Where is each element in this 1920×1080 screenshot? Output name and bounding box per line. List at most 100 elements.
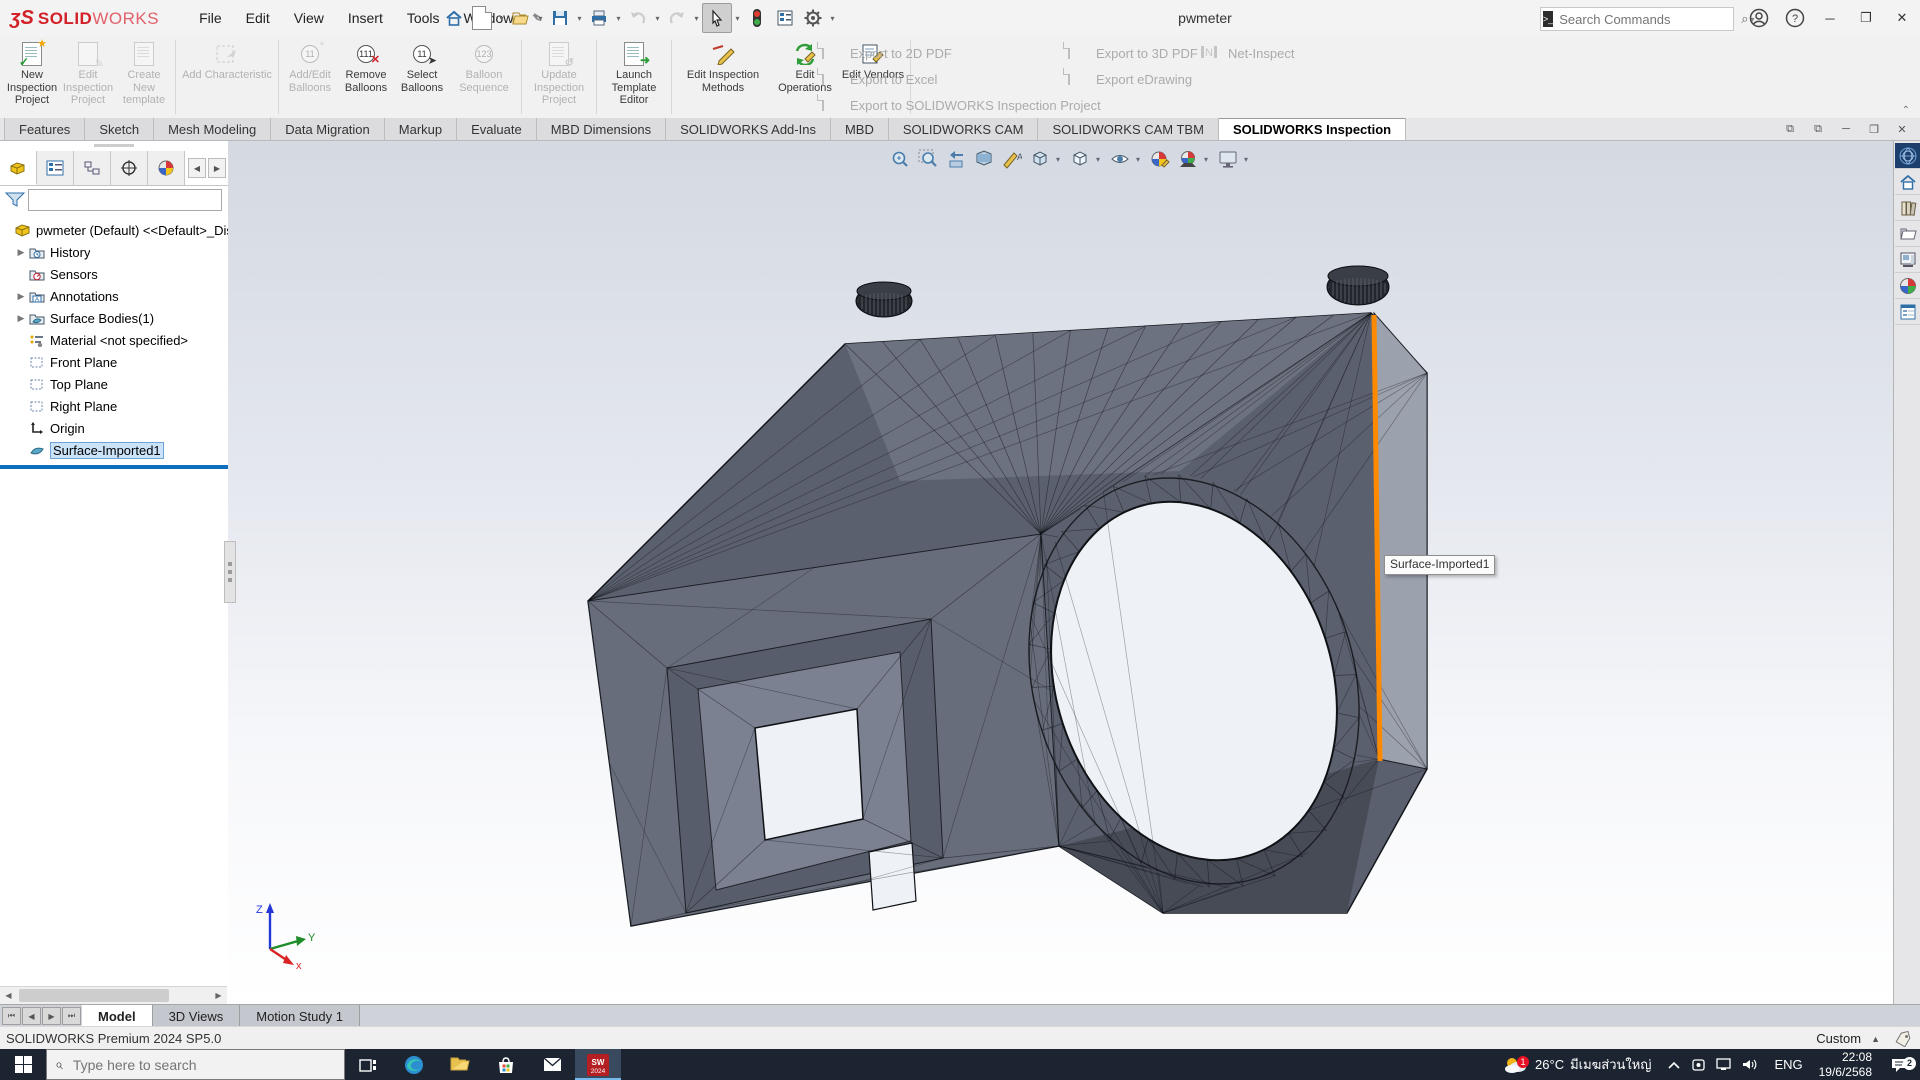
clock[interactable]: 22:08 19/6/2568 bbox=[1811, 1050, 1880, 1079]
performance-icon[interactable] bbox=[743, 4, 771, 32]
file-explorer-icon[interactable] bbox=[1895, 221, 1920, 247]
home-icon[interactable] bbox=[1895, 169, 1920, 195]
open-icon[interactable] bbox=[507, 4, 535, 32]
export-excel-button[interactable]: Export to Excel bbox=[822, 66, 1101, 92]
store-icon[interactable] bbox=[483, 1049, 529, 1080]
menu-file[interactable]: File bbox=[187, 1, 234, 35]
minimize-button[interactable]: ─ bbox=[1812, 0, 1848, 36]
launch-template-editor-button[interactable]: ➜ Launch Template Editor bbox=[600, 38, 668, 107]
print-icon[interactable] bbox=[585, 4, 613, 32]
export-2d-pdf-button[interactable]: Export to 2D PDF bbox=[822, 40, 1101, 66]
security-icon[interactable] bbox=[1691, 1058, 1706, 1072]
tab-features[interactable]: Features bbox=[4, 118, 85, 140]
task-view-icon[interactable] bbox=[345, 1049, 391, 1080]
expand-arrow-icon[interactable]: ▶ bbox=[14, 291, 28, 302]
taskbar-search[interactable]: ⌕ bbox=[46, 1049, 345, 1080]
tab-solidworks-addins[interactable]: SOLIDWORKS Add-Ins bbox=[666, 118, 831, 140]
tab-mbd-dimensions[interactable]: MBD Dimensions bbox=[537, 118, 666, 140]
design-library-icon[interactable] bbox=[1895, 195, 1920, 221]
weather-widget[interactable]: 1 26°C มีเมฆส่วนใหญ่ bbox=[1495, 1054, 1659, 1075]
restore-button[interactable]: ❐ bbox=[1848, 0, 1884, 36]
knob-right[interactable] bbox=[1327, 266, 1389, 305]
edit-inspection-project-button[interactable]: ✎ Edit Inspection Project bbox=[60, 38, 116, 107]
tree-root[interactable]: pwmeter (Default) <<Default>_Display bbox=[0, 219, 228, 241]
select-balloons-button[interactable]: 11➤ Select Balloons bbox=[394, 38, 450, 94]
export-3d-pdf-button[interactable]: Export to 3D PDF bbox=[1068, 40, 1198, 66]
prev-tab-button[interactable]: ◀ bbox=[22, 1007, 41, 1025]
tab-motion-study-1[interactable]: Motion Study 1 bbox=[240, 1005, 360, 1027]
file-explorer-icon[interactable] bbox=[437, 1049, 483, 1080]
featuremanager-tree-tab[interactable] bbox=[0, 151, 37, 185]
display-manager-tab[interactable] bbox=[148, 151, 185, 185]
configuration-manager-tab[interactable] bbox=[74, 151, 111, 185]
home-icon[interactable] bbox=[440, 4, 468, 32]
redo-icon[interactable] bbox=[663, 4, 691, 32]
tab-data-migration[interactable]: Data Migration bbox=[271, 118, 385, 140]
scroll-left-arrow[interactable]: ◀ bbox=[0, 987, 17, 1004]
export-sw-inspection-button[interactable]: Export to SOLIDWORKS Inspection Project bbox=[822, 92, 1101, 118]
doc-close-button[interactable]: ✕ bbox=[1890, 119, 1914, 139]
user-account-icon[interactable] bbox=[1742, 0, 1776, 36]
network-icon[interactable] bbox=[1716, 1058, 1732, 1071]
balloon-sequence-button[interactable]: 123 Balloon Sequence bbox=[450, 38, 518, 94]
net-inspect-button[interactable]: N Net-Inspect bbox=[1200, 40, 1294, 66]
pane-right-icon[interactable]: ⧉ bbox=[1806, 119, 1830, 139]
tree-item-origin[interactable]: Origin bbox=[0, 417, 228, 439]
doc-restore-button[interactable]: ❐ bbox=[1862, 119, 1886, 139]
add-edit-balloons-button[interactable]: 11* Add/Edit Balloons bbox=[282, 38, 338, 94]
tab-sketch[interactable]: Sketch bbox=[85, 118, 154, 140]
tab-mbd[interactable]: MBD bbox=[831, 118, 889, 140]
redo-dropdown[interactable]: ▾ bbox=[691, 14, 702, 23]
language-indicator[interactable]: ENG bbox=[1766, 1057, 1810, 1072]
next-tab-button[interactable]: ▶ bbox=[42, 1007, 61, 1025]
scroll-right-arrow[interactable]: ▶ bbox=[210, 987, 227, 1004]
tab-solidworks-cam-tbm[interactable]: SOLIDWORKS CAM TBM bbox=[1038, 118, 1218, 140]
undo-dropdown[interactable]: ▾ bbox=[652, 14, 663, 23]
view-palette-icon[interactable] bbox=[1895, 247, 1920, 273]
tab-solidworks-cam[interactable]: SOLIDWORKS CAM bbox=[889, 118, 1039, 140]
tree-item-history[interactable]: ▶ History bbox=[0, 241, 228, 263]
help-icon[interactable]: ? bbox=[1778, 0, 1812, 36]
save-dropdown[interactable]: ▾ bbox=[574, 14, 585, 23]
print-dropdown[interactable]: ▾ bbox=[613, 14, 624, 23]
properties-icon[interactable] bbox=[771, 4, 799, 32]
expand-arrow-icon[interactable]: ▶ bbox=[14, 313, 28, 324]
tree-item-sensors[interactable]: Sensors bbox=[0, 263, 228, 285]
menu-view[interactable]: View bbox=[282, 1, 336, 35]
start-button[interactable] bbox=[0, 1049, 46, 1080]
dimxpert-manager-tab[interactable] bbox=[111, 151, 148, 185]
options-gear-icon[interactable] bbox=[799, 4, 827, 32]
tree-item-annotations[interactable]: ▶ A Annotations bbox=[0, 285, 228, 307]
custom-properties-icon[interactable] bbox=[1895, 299, 1920, 325]
tab-evaluate[interactable]: Evaluate bbox=[457, 118, 537, 140]
tree-item-right-plane[interactable]: Right Plane bbox=[0, 395, 228, 417]
export-edrawing-button[interactable]: Export eDrawing bbox=[1068, 66, 1198, 92]
panel-splitter[interactable] bbox=[224, 541, 236, 603]
action-center-icon[interactable]: 2 bbox=[1880, 1057, 1920, 1073]
tab-mesh-modeling[interactable]: Mesh Modeling bbox=[154, 118, 271, 140]
command-search-input[interactable] bbox=[1553, 12, 1741, 27]
graphics-viewport[interactable]: A ▾ ▾ ▾ ▾ ▾ bbox=[228, 141, 1893, 1004]
new-document-icon[interactable] bbox=[468, 4, 496, 32]
hidden-icons-chevron[interactable] bbox=[1667, 1060, 1681, 1070]
add-characteristic-button[interactable]: Add Characteristic bbox=[179, 38, 275, 82]
select-dropdown[interactable]: ▾ bbox=[732, 14, 743, 23]
tab-model[interactable]: Model bbox=[82, 1005, 153, 1027]
create-new-template-button[interactable]: Create New template bbox=[116, 38, 172, 107]
tree-horizontal-scrollbar[interactable]: ◀ ▶ bbox=[0, 986, 227, 1004]
last-tab-button[interactable]: ⏭ bbox=[62, 1007, 81, 1025]
property-manager-tab[interactable] bbox=[37, 151, 74, 185]
pane-left-icon[interactable]: ⧉ bbox=[1778, 119, 1802, 139]
tab-solidworks-inspection[interactable]: SOLIDWORKS Inspection bbox=[1219, 118, 1406, 140]
save-icon[interactable] bbox=[546, 4, 574, 32]
panel-collapse-handle[interactable] bbox=[94, 144, 134, 147]
tree-filter-input[interactable] bbox=[28, 189, 222, 211]
solidworks-app-icon[interactable]: SW2024 bbox=[575, 1049, 621, 1080]
new-inspection-project-button[interactable]: ★✓ New Inspection Project bbox=[4, 38, 60, 107]
undo-icon[interactable] bbox=[624, 4, 652, 32]
menu-edit[interactable]: Edit bbox=[234, 1, 282, 35]
menu-insert[interactable]: Insert bbox=[336, 1, 395, 35]
tree-item-material[interactable]: Material <not specified> bbox=[0, 329, 228, 351]
update-inspection-project-button[interactable]: ↺ Update Inspection Project bbox=[525, 38, 593, 107]
options-dropdown[interactable]: ▾ bbox=[827, 14, 838, 23]
